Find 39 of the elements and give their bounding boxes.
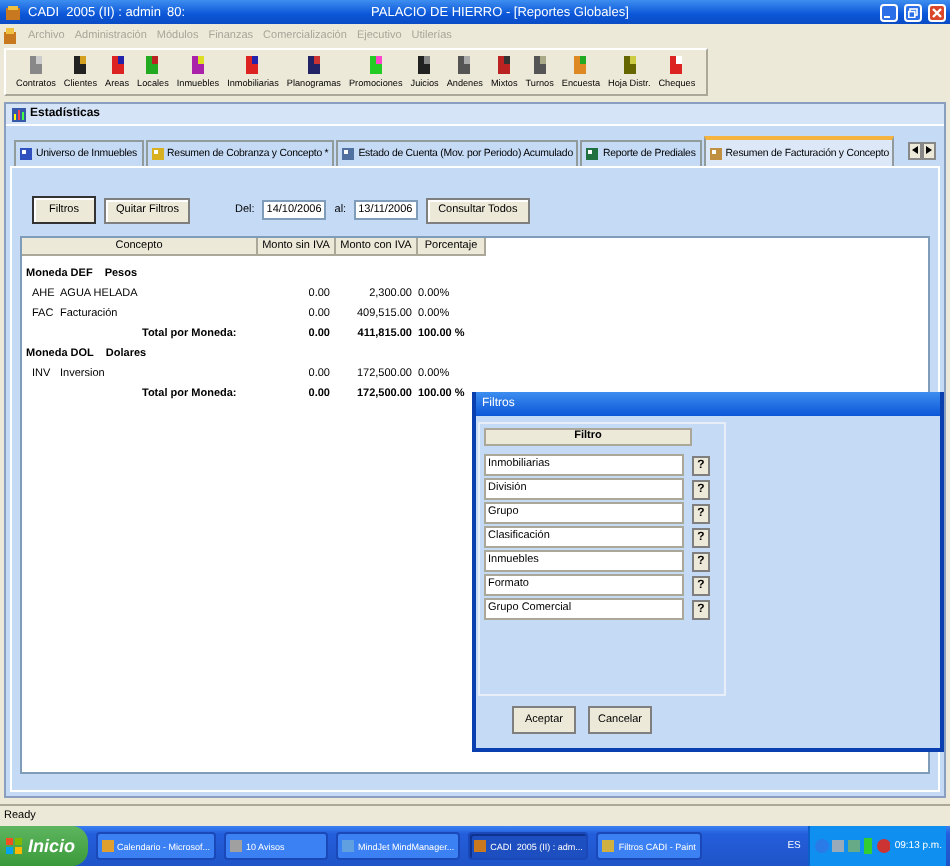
restore-icon (908, 7, 918, 17)
colored-blocks-icon (668, 56, 685, 74)
colored-blocks-icon (621, 56, 638, 74)
colored-blocks-icon (189, 56, 206, 74)
restore-button[interactable] (904, 3, 922, 21)
colored-blocks-icon (27, 56, 44, 74)
left-arrow-icon (912, 146, 918, 154)
close-button[interactable] (928, 3, 946, 21)
window-icon (342, 840, 355, 852)
colored-blocks-icon (305, 56, 322, 74)
window-icon (230, 840, 243, 852)
colored-blocks-icon (416, 56, 433, 74)
colored-blocks-icon (572, 56, 589, 74)
colored-blocks-icon (456, 56, 473, 74)
tab-icon (709, 147, 722, 159)
windows-logo-icon (6, 838, 22, 854)
minimize-button[interactable] (880, 3, 898, 21)
tab-icon (586, 148, 599, 160)
window-icon (602, 840, 615, 852)
tab-icon (342, 148, 355, 160)
tab-icon (151, 148, 164, 160)
scroll-left-button[interactable] (908, 141, 922, 159)
window-icon (101, 840, 114, 852)
colored-blocks-icon (72, 56, 89, 74)
colored-blocks-icon (496, 56, 513, 74)
close-icon (932, 7, 942, 17)
colored-blocks-icon (531, 56, 548, 74)
colored-blocks-icon (244, 56, 261, 74)
app-icon (4, 27, 18, 43)
colored-blocks-icon (367, 56, 384, 74)
tab-icon (20, 148, 32, 160)
colored-blocks-icon (109, 56, 126, 74)
app-icon (4, 3, 22, 21)
tray-icons-drawing (814, 838, 891, 854)
window-icon (474, 840, 487, 852)
colored-blocks-icon (144, 56, 161, 74)
scroll-right-button[interactable] (922, 141, 936, 159)
chart-icon (12, 107, 26, 121)
right-arrow-icon (926, 146, 932, 154)
